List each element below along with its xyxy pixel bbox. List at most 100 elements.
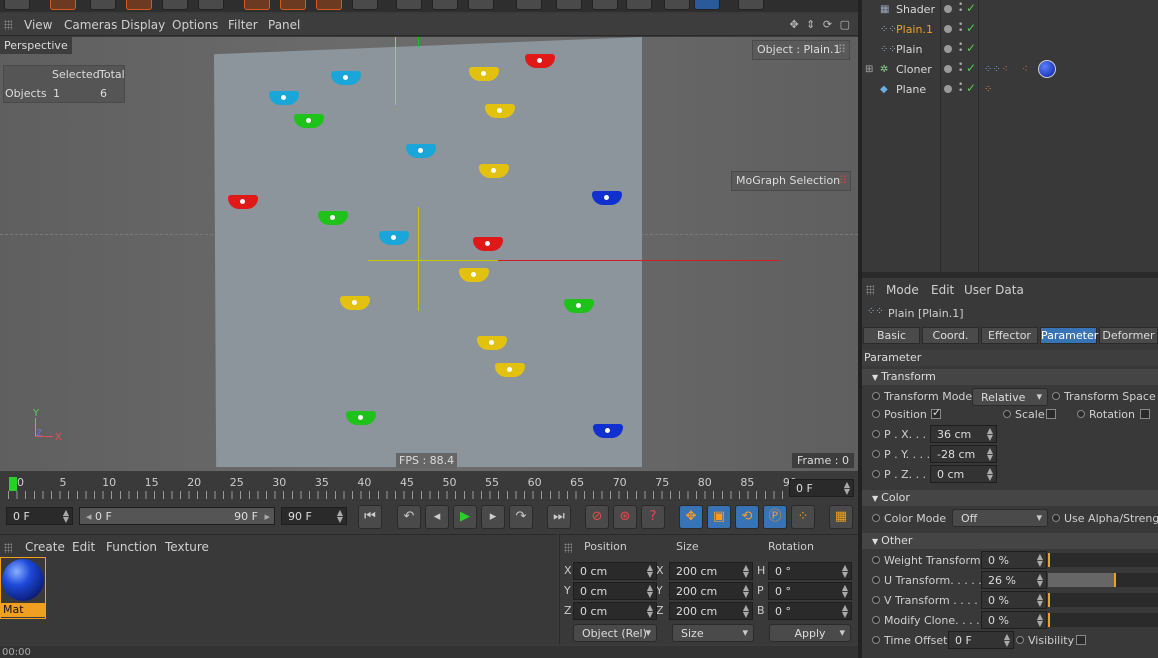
pz-field[interactable]: 0 cm ▲ ▼ xyxy=(930,465,997,483)
other-section[interactable]: ▼ Other xyxy=(862,533,1158,549)
play-icon[interactable]: ▶ xyxy=(453,505,477,529)
clone-yellow[interactable] xyxy=(495,363,525,377)
py-field[interactable]: -28 cm ▲ ▼ xyxy=(930,445,997,463)
animate-radio[interactable] xyxy=(872,514,880,522)
range-slider[interactable]: ◂ 0 F 90 F ▸ xyxy=(79,507,275,525)
clone-blue[interactable] xyxy=(592,191,622,205)
size-mode-dropdown[interactable]: Size xyxy=(672,624,754,642)
animate-radio[interactable] xyxy=(872,450,880,458)
material-preview[interactable] xyxy=(2,559,44,601)
object-name[interactable]: Plain.1 xyxy=(896,23,933,36)
clone-green[interactable] xyxy=(346,411,376,425)
time-offset-field[interactable]: 0 F ▲ ▼ xyxy=(948,631,1014,649)
spinner-icon[interactable]: ▲ ▼ xyxy=(1037,613,1043,628)
weight-transform-slider[interactable] xyxy=(1048,553,1158,567)
spinner-icon[interactable]: ▲ ▼ xyxy=(842,604,848,619)
grip-handle[interactable] xyxy=(866,285,874,295)
render-view-button[interactable] xyxy=(396,0,422,10)
animate-radio[interactable] xyxy=(872,430,880,438)
visibility-dots-icon[interactable]: • • xyxy=(958,81,963,96)
help-icon[interactable]: ? xyxy=(641,505,665,529)
visibility-dots-icon[interactable]: • • xyxy=(958,61,963,76)
object-row[interactable]: ⁘⁘ Plain • • ✓ xyxy=(862,40,1158,60)
go-to-start-icon[interactable]: ⏮ xyxy=(358,505,382,529)
position-field[interactable]: 0 cm ▲ ▼ xyxy=(573,562,657,580)
size-field[interactable]: 200 cm ▲ ▼ xyxy=(669,562,753,580)
material-name[interactable]: Mat xyxy=(1,603,45,617)
u-transform-slider[interactable] xyxy=(1048,573,1158,587)
deformer-button[interactable] xyxy=(664,0,690,10)
spinner-icon[interactable]: ▲ ▼ xyxy=(842,564,848,579)
collapse-icon[interactable]: ▼ xyxy=(872,537,878,546)
rotation-checkbox[interactable] xyxy=(1140,409,1150,419)
y-axis-button[interactable] xyxy=(280,0,306,10)
visibility-dots-icon[interactable]: • • xyxy=(958,1,963,16)
animate-radio[interactable] xyxy=(872,576,880,584)
camera-label[interactable]: Perspective xyxy=(0,37,72,54)
clone-cyan[interactable] xyxy=(379,231,409,245)
spinner-icon[interactable]: ▲ ▼ xyxy=(743,564,749,579)
animate-radio[interactable] xyxy=(1003,410,1011,418)
scale-checkbox[interactable] xyxy=(1046,409,1056,419)
layer-dot-icon[interactable] xyxy=(944,25,952,33)
clone-cyan[interactable] xyxy=(331,71,361,85)
color-section[interactable]: ▼ Color xyxy=(862,490,1158,506)
clone-yellow[interactable] xyxy=(469,67,499,81)
go-to-end-icon[interactable]: ⏭ xyxy=(547,505,571,529)
mograph-button[interactable] xyxy=(626,0,652,10)
x-axis-button[interactable] xyxy=(244,0,270,10)
visibility-dots-icon[interactable]: • • xyxy=(958,41,963,56)
size-field[interactable]: 200 cm ▲ ▼ xyxy=(669,602,753,620)
clone-blue[interactable] xyxy=(593,424,623,438)
object-row[interactable]: ⁘⁘ Plain.1 • • ✓ xyxy=(862,20,1158,40)
autokey-icon[interactable]: ⊛ xyxy=(613,505,637,529)
modify-clone-slider[interactable] xyxy=(1048,613,1158,627)
z-axis-button[interactable] xyxy=(316,0,342,10)
clone-green[interactable] xyxy=(564,299,594,313)
clone-yellow[interactable] xyxy=(340,296,370,310)
clone-yellow[interactable] xyxy=(479,164,509,178)
animate-radio[interactable] xyxy=(1016,636,1024,644)
weight-transform-field[interactable]: 0 % ▲ ▼ xyxy=(981,551,1047,569)
menu-mode[interactable]: Mode xyxy=(886,283,919,297)
visibility-checkbox[interactable] xyxy=(1076,635,1086,645)
rotation-field[interactable]: 0 ° ▲ ▼ xyxy=(768,582,852,600)
px-field[interactable]: 36 cm ▲ ▼ xyxy=(930,425,997,443)
clone-red[interactable] xyxy=(525,54,555,68)
menu-view[interactable]: View xyxy=(24,18,52,32)
render-settings-button[interactable] xyxy=(468,0,494,10)
spinner-icon[interactable]: ▲ ▼ xyxy=(987,467,993,482)
position-field[interactable]: 0 cm ▲ ▼ xyxy=(573,602,657,620)
rotation-field[interactable]: 0 ° ▲ ▼ xyxy=(768,602,852,620)
animate-radio[interactable] xyxy=(872,392,880,400)
grip-handle[interactable] xyxy=(4,543,12,553)
grip-handle[interactable] xyxy=(564,543,572,553)
range-left-arrow-icon[interactable]: ◂ xyxy=(86,510,92,523)
object-row[interactable]: ◆ Plane • • ✓ xyxy=(862,80,1158,100)
menu-options[interactable]: Options xyxy=(172,18,218,32)
tab-coord[interactable]: Coord. xyxy=(922,327,979,344)
key-rotation-icon[interactable]: ⟲ xyxy=(735,505,759,529)
nurbs-button[interactable] xyxy=(592,0,618,10)
position-checkbox[interactable]: ✓ xyxy=(931,406,941,419)
effector-tag-icon[interactable]: ⁖ xyxy=(1022,64,1028,75)
enabled-check-icon[interactable]: ✓ xyxy=(966,61,976,75)
current-frame-field[interactable]: 0 F ▲ ▼ xyxy=(789,479,854,497)
menu-edit[interactable]: Edit xyxy=(72,540,95,554)
toolbar-button[interactable] xyxy=(4,0,30,10)
prev-keyframe-icon[interactable]: ↶ xyxy=(397,505,421,529)
clone-red[interactable] xyxy=(228,195,258,209)
timeline-ruler[interactable] xyxy=(8,491,784,499)
transform-section[interactable]: ▼ Transform xyxy=(862,369,1158,385)
spinner-icon[interactable]: ▲ ▼ xyxy=(647,564,653,579)
clone-yellow[interactable] xyxy=(485,104,515,118)
spinner-icon[interactable]: ▲ ▼ xyxy=(842,584,848,599)
spinner-icon[interactable]: ▲ ▼ xyxy=(1037,553,1043,568)
enabled-check-icon[interactable]: ✓ xyxy=(966,41,976,55)
next-keyframe-icon[interactable]: ↷ xyxy=(509,505,533,529)
mograph-tag-icon[interactable]: ⁘⁘ xyxy=(984,64,1001,75)
key-parameter-icon[interactable]: Ⓟ xyxy=(763,505,787,529)
menu-function[interactable]: Function xyxy=(106,540,157,554)
animate-radio[interactable] xyxy=(872,410,880,418)
animate-radio[interactable] xyxy=(1052,392,1060,400)
